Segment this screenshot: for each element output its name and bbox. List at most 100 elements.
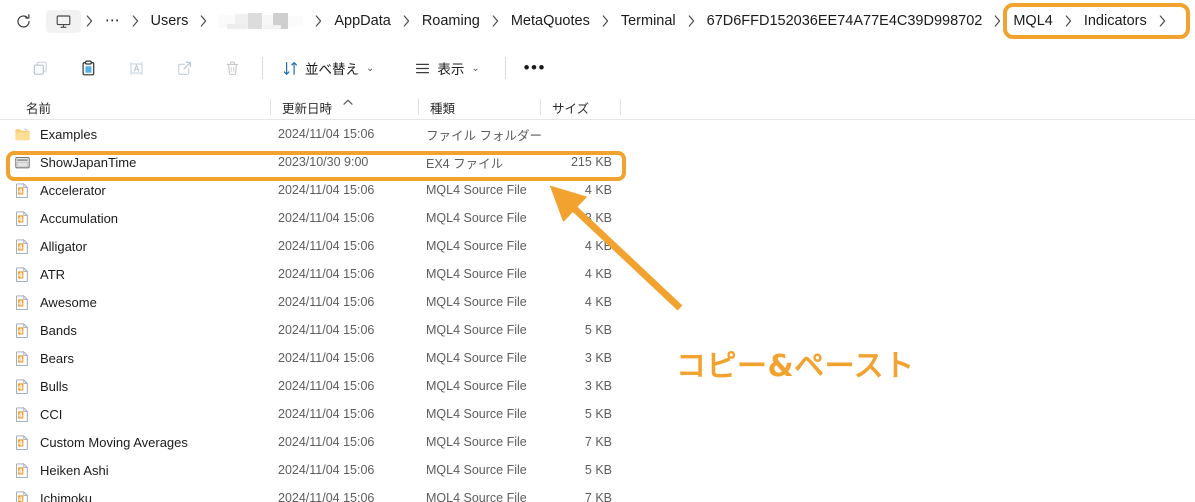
- column-divider[interactable]: [620, 99, 621, 115]
- redacted-username: [219, 12, 304, 30]
- view-button[interactable]: 表示 ⌄: [405, 51, 488, 85]
- table-row[interactable]: 4 CCI 2024/11/04 15:06 MQL4 Source File 5 KB: [0, 400, 1195, 428]
- column-header-size[interactable]: サイズ: [540, 94, 589, 120]
- toolbar-divider: [504, 57, 506, 79]
- file-size-cell: 5 KB: [584, 323, 612, 337]
- more-options-button[interactable]: •••: [516, 51, 554, 85]
- svg-text:4: 4: [18, 299, 23, 307]
- file-name-label: ATR: [40, 266, 66, 282]
- table-row[interactable]: 4 Heiken Ashi 2024/11/04 15:06 MQL4 Source …: [0, 456, 1195, 484]
- toolbar-divider: [262, 57, 263, 79]
- delete-button: [212, 51, 252, 85]
- svg-text:4: 4: [18, 271, 23, 279]
- file-name-cell[interactable]: 4 Alligator: [14, 238, 87, 255]
- breadcrumb-item-terminal[interactable]: Terminal: [614, 8, 683, 34]
- breadcrumb-separator[interactable]: [81, 10, 98, 32]
- file-type-cell: MQL4 Source File: [426, 295, 527, 309]
- file-name-cell[interactable]: ShowJapanTime: [14, 154, 136, 171]
- breadcrumb-item-appdata[interactable]: AppData: [327, 8, 397, 34]
- file-name-cell[interactable]: 4 Custom Moving Averages: [14, 434, 188, 451]
- breadcrumb-separator[interactable]: [1154, 10, 1171, 32]
- file-type-cell: MQL4 Source File: [426, 239, 527, 253]
- file-size-cell: 3 KB: [584, 351, 612, 365]
- file-date-cell: 2024/11/04 15:06: [278, 435, 375, 449]
- breadcrumb-separator[interactable]: [487, 10, 504, 32]
- file-name-cell[interactable]: 4 Bands: [14, 322, 77, 339]
- column-header-date[interactable]: 更新日時: [270, 94, 332, 120]
- file-size-cell: 3 KB: [584, 379, 612, 393]
- file-type-cell: MQL4 Source File: [426, 463, 527, 477]
- breadcrumb-item-metaquotes[interactable]: MetaQuotes: [504, 8, 597, 34]
- mql4-file-icon: 4: [16, 406, 29, 422]
- file-name-cell[interactable]: 4 Awesome: [14, 294, 97, 311]
- column-header-name[interactable]: 名前: [14, 94, 51, 120]
- file-name-label: ShowJapanTime: [40, 154, 137, 170]
- breadcrumb-separator[interactable]: [195, 10, 212, 32]
- breadcrumb-separator[interactable]: [989, 10, 1006, 32]
- file-name-cell[interactable]: 4 Ichimoku: [14, 490, 92, 502]
- file-type-cell: EX4 ファイル: [426, 156, 504, 171]
- column-headers: 名前 更新日時 種類 サイズ: [0, 94, 1195, 120]
- breadcrumb-this-pc[interactable]: [46, 9, 81, 33]
- file-type-cell: MQL4 Source File: [426, 379, 527, 393]
- table-row[interactable]: ShowJapanTime 2023/10/30 9:00 EX4 ファイル 215 …: [0, 148, 1195, 176]
- file-date-cell: 2024/11/04 15:06: [278, 127, 375, 141]
- paste-button[interactable]: [68, 51, 108, 85]
- breadcrumb-separator[interactable]: [310, 10, 327, 32]
- breadcrumb-item-username-redacted[interactable]: [212, 8, 310, 34]
- copy-button[interactable]: [20, 51, 60, 85]
- file-size-cell: 215 KB: [570, 155, 612, 169]
- annotation-arrow: [549, 185, 683, 311]
- table-row[interactable]: 4 Bulls 2024/11/04 15:06 MQL4 Source File 3 …: [0, 372, 1195, 400]
- rename-button: [116, 51, 156, 85]
- file-name-cell[interactable]: 4 CCI: [14, 406, 62, 423]
- rename-icon: [129, 61, 143, 75]
- sort-icon: [283, 61, 297, 75]
- file-name-cell[interactable]: Examples: [14, 126, 97, 143]
- file-name-cell[interactable]: 4 Heiken Ashi: [14, 462, 109, 479]
- view-button-label: 表示: [437, 62, 465, 77]
- table-row[interactable]: 4 Bears 2024/11/04 15:06 MQL4 Source File 3 …: [0, 344, 1195, 372]
- breadcrumb-separator[interactable]: [683, 10, 700, 32]
- file-date-cell: 2024/11/04 15:06: [278, 351, 375, 365]
- share-icon: [177, 61, 191, 75]
- breadcrumb-separator[interactable]: [398, 10, 415, 32]
- file-name-cell[interactable]: 4 Bulls: [14, 378, 68, 395]
- file-type-cell: MQL4 Source File: [426, 211, 527, 225]
- table-row[interactable]: 4 Ichimoku 2024/11/04 15:06 MQL4 Source Fil…: [0, 484, 1195, 502]
- file-name-label: Custom Moving Averages: [40, 434, 188, 450]
- breadcrumb-item-mql4[interactable]: MQL4: [1006, 8, 1060, 34]
- breadcrumb-overflow[interactable]: ⋯: [98, 8, 127, 34]
- file-date-cell: 2024/11/04 15:06: [278, 239, 375, 253]
- file-type-cell: MQL4 Source File: [426, 351, 527, 365]
- file-size-cell: 7 KB: [584, 491, 612, 502]
- svg-text:4: 4: [18, 327, 23, 335]
- breadcrumb-item-indicators[interactable]: Indicators: [1077, 8, 1154, 34]
- file-name-cell[interactable]: 4 Accumulation: [14, 210, 118, 227]
- breadcrumb-item-users[interactable]: Users: [144, 8, 196, 34]
- file-name-cell[interactable]: 4 ATR: [14, 266, 65, 283]
- ex4-file-icon: [15, 156, 30, 168]
- refresh-icon[interactable]: [6, 6, 40, 36]
- delete-icon: [226, 61, 238, 75]
- column-header-type[interactable]: 種類: [418, 94, 455, 120]
- sort-button[interactable]: 並べ替え ⌄: [273, 51, 383, 85]
- breadcrumb-separator[interactable]: [1060, 10, 1077, 32]
- mql4-file-icon: 4: [16, 266, 29, 282]
- table-row[interactable]: 4 Custom Moving Averages 2024/11/04 15:06 M…: [0, 428, 1195, 456]
- svg-text:4: 4: [18, 187, 23, 195]
- file-date-cell: 2024/11/04 15:06: [278, 267, 375, 281]
- file-type-cell: MQL4 Source File: [426, 491, 527, 502]
- file-name-cell[interactable]: 4 Accelerator: [14, 182, 106, 199]
- breadcrumb-separator[interactable]: [597, 10, 614, 32]
- mql4-file-icon: 4: [16, 490, 29, 502]
- chevron-down-icon: ⌄: [471, 62, 480, 74]
- file-name-cell[interactable]: 4 Bears: [14, 350, 74, 367]
- breadcrumb-item-terminal-id[interactable]: 67D6FFD152036EE74A77E4C39D998702: [700, 8, 990, 34]
- breadcrumb-item-roaming[interactable]: Roaming: [415, 8, 487, 34]
- file-type-cell: MQL4 Source File: [426, 323, 527, 337]
- table-row[interactable]: Examples 2024/11/04 15:06 ファイル フォルダー: [0, 120, 1195, 148]
- breadcrumb-separator[interactable]: [127, 10, 144, 32]
- svg-text:4: 4: [18, 355, 23, 363]
- command-bar: 並べ替え ⌄ 表示 ⌄ •••: [0, 42, 1195, 94]
